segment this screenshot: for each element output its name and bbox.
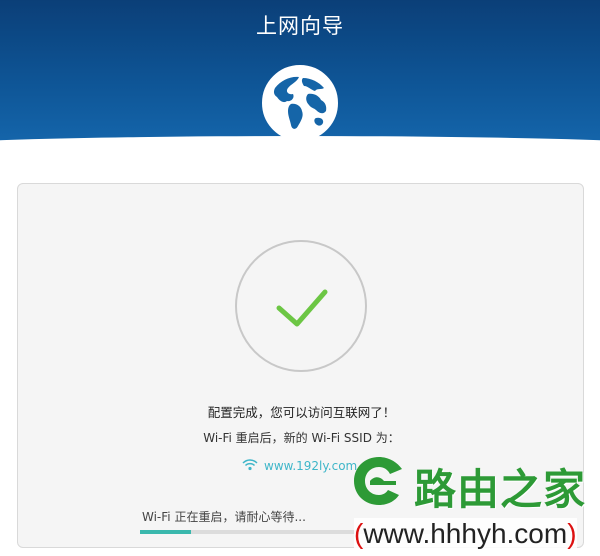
wizard-card: 配置完成，您可以访问互联网了！ Wi-Fi 重启后，新的 Wi-Fi SSID … [17, 183, 584, 548]
ssid-label: Wi-Fi 重启后，新的 Wi-Fi SSID 为： [203, 431, 400, 445]
page-title: 上网向导 [256, 14, 344, 38]
restart-progress-bar [140, 530, 460, 534]
header-banner: 上网向导 [0, 0, 600, 150]
ssid-row: www.192ly.com [242, 459, 357, 477]
check-icon [276, 289, 328, 327]
wifi-icon [242, 459, 258, 471]
progress-fill [140, 530, 192, 534]
restart-status: Wi-Fi 正在重启，请耐心等待... [142, 510, 306, 524]
ssid-value: www.192ly.com [264, 459, 358, 473]
success-indicator [235, 240, 367, 372]
globe-icon [262, 65, 338, 141]
success-message: 配置完成，您可以访问互联网了！ [207, 405, 396, 420]
